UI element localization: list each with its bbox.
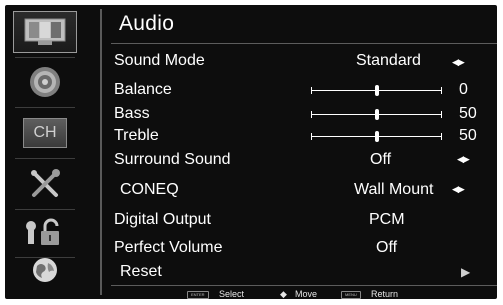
bass-slider[interactable]	[311, 109, 442, 120]
menu-key-label: MENU	[341, 290, 361, 299]
sidebar-divider	[15, 209, 75, 210]
menu-item-treble[interactable]: Treble 50	[114, 125, 497, 147]
menu-item-value: Standard	[356, 52, 421, 69]
channel-icon-label: CH	[33, 124, 57, 141]
menu-item-bass[interactable]: Bass 50	[114, 103, 497, 125]
sidebar-divider	[15, 57, 75, 58]
menu-title: Audio	[119, 12, 175, 35]
menu-item-perfect-volume[interactable]: Perfect Volume Off	[114, 237, 497, 259]
menu-item-balance[interactable]: Balance 0	[114, 79, 497, 101]
sidebar-item-parental[interactable]	[13, 212, 77, 254]
right-arrow-icon[interactable]: ▶	[461, 265, 470, 279]
move-arrows-icon: ◆	[280, 289, 287, 299]
slider-knob[interactable]	[374, 131, 379, 142]
menu-item-label: Balance	[114, 81, 172, 98]
menu-item-label: Sound Mode	[114, 52, 205, 69]
menu-item-coneq[interactable]: CONEQ Wall Mount ◀▶	[114, 179, 497, 201]
select-hint: Select	[219, 289, 245, 299]
sidebar-item-channel[interactable]: CH	[13, 112, 77, 154]
menu-item-label: CONEQ	[120, 181, 179, 198]
slider-knob[interactable]	[374, 85, 379, 96]
channel-icon: CH	[23, 118, 67, 148]
sidebar-divider	[15, 107, 75, 108]
footer-divider	[111, 285, 497, 286]
enter-key-icon: ENTER	[187, 289, 209, 299]
help-globe-icon	[33, 258, 57, 282]
menu-item-surround-sound[interactable]: Surround Sound Off ◀▶	[114, 149, 497, 171]
key-hint-bar: ENTER Select ◆ Move MENU Return	[115, 289, 495, 301]
sidebar-item-settings[interactable]	[13, 163, 77, 205]
sidebar-item-picture[interactable]	[13, 11, 77, 53]
menu-item-digital-output[interactable]: Digital Output PCM	[114, 209, 497, 231]
balance-slider[interactable]	[311, 85, 442, 96]
enter-key-label: ENTER	[187, 290, 209, 299]
picture-icon	[24, 18, 66, 45]
treble-slider[interactable]	[311, 131, 442, 142]
slider-knob[interactable]	[374, 109, 379, 120]
settings-tools-icon	[31, 169, 60, 197]
parental-lock-icon	[26, 218, 59, 245]
menu-item-label: Surround Sound	[114, 151, 231, 168]
menu-item-value: 0	[459, 81, 468, 98]
menu-item-value: PCM	[369, 211, 405, 228]
menu-item-reset[interactable]: Reset ▶	[114, 261, 497, 283]
menu-item-value: 50	[459, 105, 477, 122]
menu-item-label: Perfect Volume	[114, 239, 223, 256]
menu-item-value: 50	[459, 127, 477, 144]
sidebar-item-help[interactable]	[13, 249, 77, 291]
left-right-arrows-icon[interactable]: ◀▶	[452, 184, 465, 195]
menu-item-label: Bass	[114, 105, 150, 122]
osd-panel: CH Audio Sound Mode Standard ◀▶ Balance …	[5, 5, 497, 299]
tv-screen: CH Audio Sound Mode Standard ◀▶ Balance …	[0, 0, 503, 305]
sidebar: CH	[5, 5, 100, 299]
left-right-arrows-icon[interactable]: ◀▶	[452, 57, 465, 68]
left-right-arrows-icon[interactable]: ◀▶	[457, 154, 470, 165]
menu-item-value: Off	[370, 151, 392, 168]
sidebar-divider-vertical	[100, 9, 102, 295]
menu-item-sound-mode[interactable]: Sound Mode Standard ◀▶	[114, 50, 497, 72]
menu-item-value: Wall Mount	[354, 181, 434, 198]
sidebar-divider	[15, 158, 75, 159]
speaker-icon	[30, 67, 60, 97]
menu-item-label: Treble	[114, 127, 159, 144]
sidebar-item-audio[interactable]	[13, 61, 77, 103]
return-hint: Return	[371, 289, 399, 299]
menu-item-value: Off	[376, 239, 398, 256]
menu-key-icon: MENU	[341, 289, 361, 299]
menu-item-label: Reset	[120, 263, 162, 280]
menu-item-label: Digital Output	[114, 211, 211, 228]
title-divider	[111, 43, 497, 44]
move-hint: Move	[295, 289, 318, 299]
